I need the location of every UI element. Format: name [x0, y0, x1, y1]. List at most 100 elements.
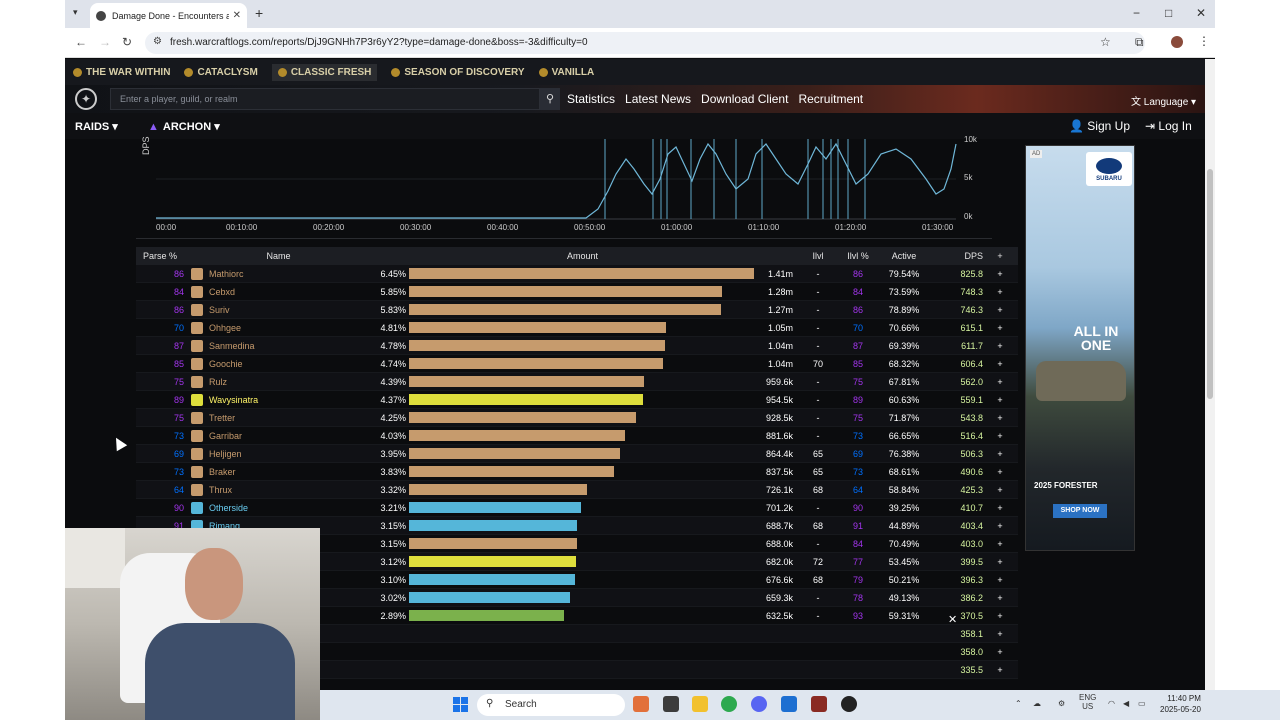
table-row[interactable]: 90 Otherside 3.21% 701.2k - 90 39.25% 410.7 + — [136, 499, 1018, 517]
player-name-cell[interactable]: Sanmedina — [188, 339, 366, 352]
table-row[interactable]: 73 Braker 3.83% 837.5k 65 73 68.61% 490.6 + — [136, 463, 1018, 481]
expand-row-button[interactable]: + — [987, 395, 1013, 405]
tray-app-icon[interactable]: ⚙ — [1058, 699, 1065, 708]
player-name[interactable]: Garribar — [209, 431, 242, 441]
expand-row-button[interactable]: + — [987, 467, 1013, 477]
task-view-icon[interactable] — [663, 696, 679, 712]
table-row[interactable]: 64 Thrux 3.32% 726.1k 68 64 58.84% 425.3 + — [136, 481, 1018, 499]
table-row[interactable]: 75 Rulz 4.39% 959.6k - 75 67.81% 562.0 + — [136, 373, 1018, 391]
url-field[interactable]: ⚙ fresh.warcraftlogs.com/reports/DjJ9GNH… — [145, 32, 1145, 54]
discord-icon[interactable] — [751, 696, 767, 712]
nav-download-client[interactable]: Download Client — [701, 92, 788, 106]
player-name[interactable]: Suriv — [209, 305, 230, 315]
expand-row-button[interactable]: + — [987, 521, 1013, 531]
player-name[interactable]: Heljigen — [209, 449, 242, 459]
close-window-button[interactable]: ✕ — [1196, 6, 1206, 20]
widget-icon[interactable] — [633, 696, 649, 712]
language-selector[interactable]: 文 Language ▾ — [1131, 93, 1196, 108]
expand-row-button[interactable]: + — [987, 539, 1013, 549]
windows-start-icon[interactable] — [453, 697, 468, 712]
sign-up-link[interactable]: 👤 Sign Up — [1069, 119, 1130, 133]
expand-row-button[interactable]: + — [987, 449, 1013, 459]
player-name-cell[interactable]: Heljigen — [188, 447, 366, 460]
player-name-cell[interactable]: Wavysinatra — [188, 393, 366, 406]
expansion-cataclysm[interactable]: CATACLYSM — [184, 67, 258, 78]
expand-row-button[interactable]: + — [987, 575, 1013, 585]
expand-row-button[interactable]: + — [987, 593, 1013, 603]
shop-now-button[interactable]: SHOP NOW — [1053, 504, 1107, 518]
tab-search-icon[interactable]: ▾ — [73, 7, 78, 18]
player-name[interactable]: Otherside — [209, 503, 248, 513]
player-name[interactable]: Braker — [209, 467, 236, 477]
expansion-vanilla[interactable]: VANILLA — [538, 67, 594, 78]
minimize-button[interactable]: − — [1133, 6, 1140, 20]
profile-avatar[interactable] — [1171, 36, 1183, 48]
expand-row-button[interactable]: + — [987, 323, 1013, 333]
player-search-input[interactable]: Enter a player, guild, or realm — [110, 88, 540, 110]
new-tab-button[interactable]: + — [255, 5, 263, 21]
reload-icon[interactable]: ↻ — [122, 35, 132, 49]
table-row[interactable]: 75 Tretter 4.25% 928.5k - 75 71.87% 543.8 + — [136, 409, 1018, 427]
player-name[interactable]: Tretter — [209, 413, 235, 423]
header-name[interactable]: Name — [188, 251, 366, 261]
wifi-icon[interactable]: ◠ — [1108, 699, 1115, 708]
maximize-button[interactable]: □ — [1165, 6, 1172, 20]
volume-icon[interactable]: ◀ — [1123, 699, 1129, 708]
player-name-cell[interactable]: Ohhgee — [188, 321, 366, 334]
player-name-cell[interactable]: Braker — [188, 465, 366, 478]
expand-row-button[interactable]: + — [987, 305, 1013, 315]
player-name[interactable]: Mathiorc — [209, 269, 244, 279]
expansion-the-war-within[interactable]: THE WAR WITHIN — [73, 67, 170, 78]
battery-icon[interactable]: ▭ — [1138, 699, 1146, 708]
header-parse[interactable]: Parse % — [136, 251, 188, 261]
search-icon[interactable]: ⚲ — [540, 88, 560, 110]
expansion-classic-fresh[interactable]: CLASSIC FRESH — [271, 63, 378, 81]
nav-statistics[interactable]: Statistics — [567, 92, 615, 106]
log-in-link[interactable]: ⇥ Log In — [1145, 119, 1192, 133]
player-name-cell[interactable]: Tretter — [188, 411, 366, 424]
expand-row-button[interactable]: + — [987, 413, 1013, 423]
page-scrollbar[interactable] — [1205, 59, 1215, 690]
taskbar-search[interactable]: ⚲ Search — [477, 694, 625, 716]
header-ilvl-pct[interactable]: Ilvl % — [837, 251, 879, 261]
player-name[interactable]: Sanmedina — [209, 341, 255, 351]
table-row[interactable]: 84 Cebxd 5.85% 1.28m - 84 73.59% 748.3 + — [136, 283, 1018, 301]
expand-row-button[interactable]: + — [987, 611, 1013, 621]
tray-app-icon[interactable]: ☁ — [1033, 699, 1041, 708]
expand-row-button[interactable]: + — [987, 287, 1013, 297]
raids-menu[interactable]: RAIDS ▾ — [75, 120, 118, 133]
header-plus[interactable]: + — [987, 251, 1013, 261]
advertisement[interactable]: AD SUBARU ALL IN ONE 2025 FORESTER SHOP … — [1025, 145, 1135, 551]
expand-row-button[interactable]: + — [987, 557, 1013, 567]
expand-row-button[interactable]: + — [987, 269, 1013, 279]
player-name-cell[interactable]: Suriv — [188, 303, 366, 316]
file-explorer-icon[interactable] — [692, 696, 708, 712]
expand-row-button[interactable]: + — [987, 665, 1013, 675]
player-name-cell[interactable]: Garribar — [188, 429, 366, 442]
table-row[interactable]: 87 Sanmedina 4.78% 1.04m - 87 69.39% 611.7 + — [136, 337, 1018, 355]
archon-menu[interactable]: ▲ ARCHON ▾ — [148, 120, 220, 133]
expand-row-button[interactable]: + — [987, 341, 1013, 351]
player-name-cell[interactable]: Rulz — [188, 375, 366, 388]
expand-row-button[interactable]: + — [987, 377, 1013, 387]
extensions-icon[interactable]: ⧉ — [1135, 35, 1144, 50]
table-row[interactable]: 89 Wavysinatra 4.37% 954.5k - 89 60.63% 559.1 + — [136, 391, 1018, 409]
close-overlay-icon[interactable]: ✕ — [948, 613, 957, 626]
browser-menu-icon[interactable]: ⋮ — [1198, 34, 1210, 48]
header-dps[interactable]: DPS — [929, 251, 987, 261]
obs-icon[interactable] — [841, 696, 857, 712]
player-name[interactable]: Rulz — [209, 377, 227, 387]
table-row[interactable]: 70 Ohhgee 4.81% 1.05m - 70 70.66% 615.1 + — [136, 319, 1018, 337]
warcraft-icon[interactable] — [811, 696, 827, 712]
expansion-season-of-discovery[interactable]: SEASON OF DISCOVERY — [391, 67, 525, 78]
expand-row-button[interactable]: + — [987, 503, 1013, 513]
nav-recruitment[interactable]: Recruitment — [798, 92, 863, 106]
expand-row-button[interactable]: + — [987, 647, 1013, 657]
player-name[interactable]: Thrux — [209, 485, 232, 495]
expand-row-button[interactable]: + — [987, 431, 1013, 441]
dps-graph[interactable]: DPS 10k 5k 0k 00:00 00:10:00 00:20:00 00… — [136, 135, 992, 239]
header-active[interactable]: Active — [879, 251, 929, 261]
warcraftlogs-logo-icon[interactable]: ✦ — [75, 88, 97, 110]
bookmark-star-icon[interactable]: ☆ — [1100, 35, 1111, 49]
player-name-cell[interactable]: Otherside — [188, 501, 366, 514]
